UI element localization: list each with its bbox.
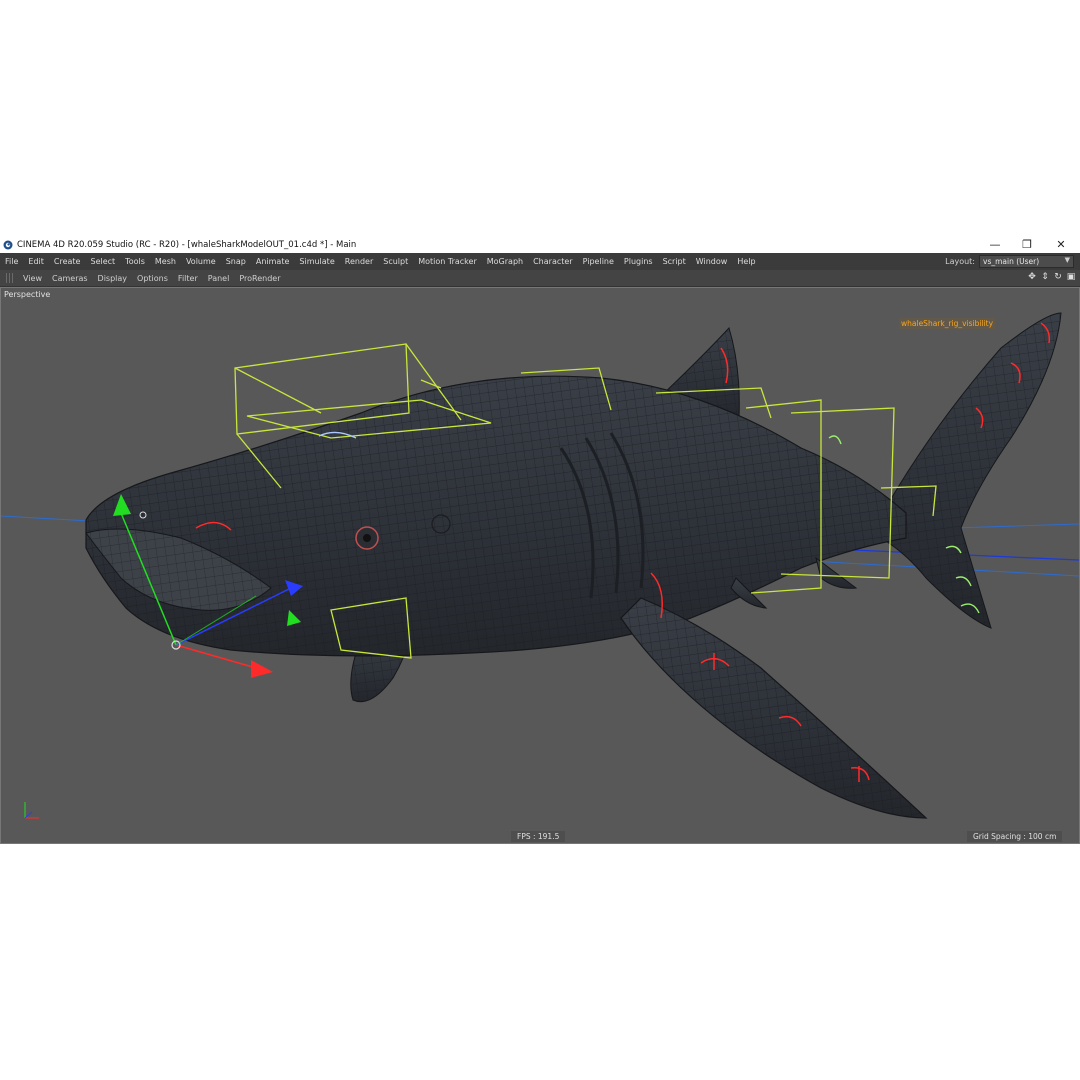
menu-mesh[interactable]: Mesh [150,257,181,266]
scene-render [1,312,1079,819]
menu-pipeline[interactable]: Pipeline [578,257,619,266]
menu-script[interactable]: Script [658,257,691,266]
cinema4d-window: CINEMA 4D R20.059 Studio (RC - R20) - [w… [0,236,1080,844]
eye-pupil [363,534,371,542]
menu-select[interactable]: Select [85,257,120,266]
title-bar: CINEMA 4D R20.059 Studio (RC - R20) - [w… [0,236,1080,253]
menu-mograph[interactable]: MoGraph [482,257,528,266]
fps-readout: FPS : 191.5 [511,831,566,842]
x-axis-arrow-icon[interactable] [251,660,273,678]
chevron-down-icon: ▼ [1064,256,1070,264]
camera-label[interactable]: Perspective [4,290,50,299]
view-menu-display[interactable]: Display [93,274,133,283]
menu-edit[interactable]: Edit [23,257,49,266]
minimize-button[interactable]: — [980,236,1010,253]
menu-window[interactable]: Window [691,257,733,266]
menu-character[interactable]: Character [528,257,578,266]
menu-volume[interactable]: Volume [181,257,221,266]
menu-file[interactable]: File [0,257,23,266]
move-view-icon[interactable]: ✥ [1027,272,1037,283]
view-menu-options[interactable]: Options [132,274,173,283]
view-menu-panel[interactable]: Panel [203,274,235,283]
main-menu-bar: File Edit Create Select Tools Mesh Volum… [0,253,1080,270]
view-menu-filter[interactable]: Filter [173,274,203,283]
maximize-view-icon[interactable]: ▣ [1066,272,1076,283]
menu-help[interactable]: Help [732,257,760,266]
window-title: CINEMA 4D R20.059 Studio (RC - R20) - [w… [17,239,357,250]
menu-sculpt[interactable]: Sculpt [378,257,413,266]
menu-plugins[interactable]: Plugins [619,257,658,266]
menu-tools[interactable]: Tools [120,257,150,266]
layout-label: Layout: [945,257,975,266]
rotate-view-icon[interactable]: ↻ [1053,272,1063,283]
layout-dropdown[interactable]: vs_main (User) ▼ [979,255,1074,268]
perspective-viewport[interactable]: Perspective whaleShark_rig_visibility FP… [0,287,1080,844]
viewport-nav-icons: ✥ ⇕ ↻ ▣ [1027,272,1076,283]
menu-animate[interactable]: Animate [251,257,295,266]
menu-motion-tracker[interactable]: Motion Tracker [413,257,482,266]
layout-dropdown-value: vs_main (User) [983,257,1040,266]
object-name-label: whaleShark_rig_visibility [899,318,996,329]
menu-create[interactable]: Create [49,257,86,266]
grid-spacing-readout: Grid Spacing : 100 cm [967,831,1063,842]
dolly-view-icon[interactable]: ⇕ [1040,272,1050,283]
menu-simulate[interactable]: Simulate [294,257,339,266]
menu-render[interactable]: Render [340,257,378,266]
cinema4d-logo-icon [3,240,13,249]
view-menu-prorender[interactable]: ProRender [234,274,285,283]
panel-grip-icon[interactable] [6,273,14,283]
menu-snap[interactable]: Snap [221,257,251,266]
layout-switcher: Layout: vs_main (User) ▼ [945,253,1074,270]
view-menu-cameras[interactable]: Cameras [47,274,93,283]
restore-button[interactable]: ❐ [1012,236,1042,253]
viewport-menu-bar: View Cameras Display Options Filter Pane… [0,270,1080,287]
world-axis-indicator [24,802,39,819]
view-menu-view[interactable]: View [18,274,47,283]
close-button[interactable]: ✕ [1046,236,1076,253]
